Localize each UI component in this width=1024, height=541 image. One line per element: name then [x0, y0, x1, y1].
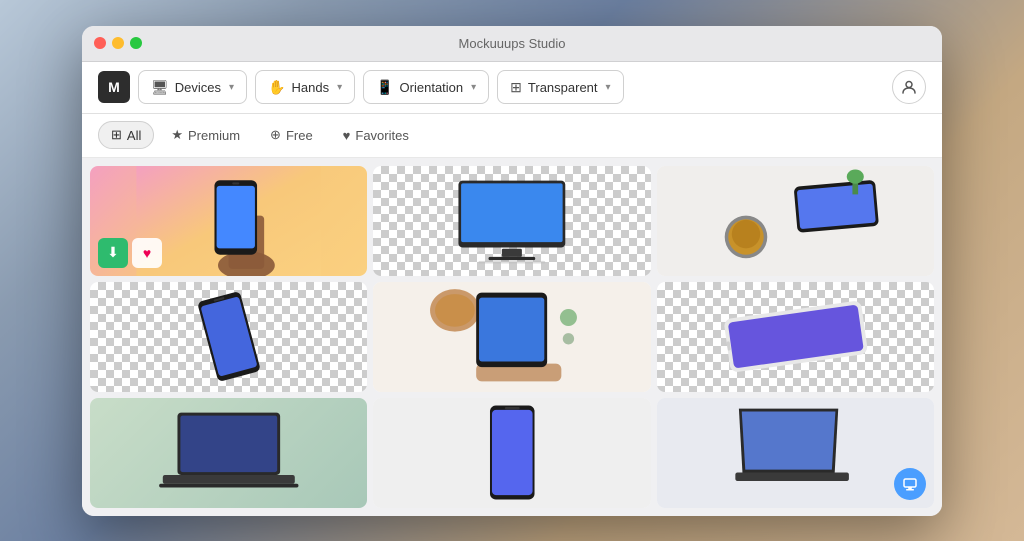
- item-bg-8: [373, 398, 650, 508]
- grid-icon: ⊞: [510, 79, 522, 96]
- filter-all-label: All: [127, 128, 141, 143]
- chevron-down-icon: ▾: [229, 82, 234, 93]
- float-action-button[interactable]: [894, 468, 926, 500]
- chevron-down-icon-3: ▾: [471, 82, 476, 93]
- logo-button[interactable]: M: [98, 71, 130, 103]
- filter-premium[interactable]: ★ Premium: [158, 121, 253, 149]
- phone-tilted-mockup: [125, 287, 333, 386]
- close-button[interactable]: [94, 37, 106, 49]
- grid-item-8[interactable]: [373, 398, 650, 508]
- filter-all[interactable]: ⊞ All: [98, 121, 154, 149]
- grid-item-4[interactable]: [90, 282, 367, 392]
- item-bg-3: [657, 166, 934, 276]
- phone-icon: 📱: [376, 79, 393, 96]
- user-button[interactable]: [892, 70, 926, 104]
- grid-item-5[interactable]: [373, 282, 650, 392]
- item-bg-6: [657, 282, 934, 392]
- item-bg-5: [373, 282, 650, 392]
- filter-free-label: Free: [286, 128, 313, 143]
- mockup-grid-area: ⬇ ♥: [82, 158, 942, 516]
- item-bg-7: [90, 398, 367, 508]
- phone-upright-mockup: [436, 403, 589, 502]
- hand-icon: ✋: [268, 79, 285, 96]
- filter-favorites[interactable]: ♥ Favorites: [330, 122, 422, 149]
- item-bg-2: [373, 166, 650, 276]
- laptop-mockup-7: [104, 409, 354, 497]
- grid-item-6[interactable]: [657, 282, 934, 392]
- laptop-desk-mockup: [657, 398, 934, 508]
- circle-plus-icon: ⊕: [270, 127, 281, 143]
- item-bg-9: [657, 398, 934, 508]
- grid-item-2[interactable]: [373, 166, 650, 276]
- grid-item-3[interactable]: [657, 166, 934, 276]
- title-bar: Mockuuups Studio: [82, 26, 942, 62]
- phone-coffee-mockup: [657, 166, 934, 276]
- devices-label: Devices: [175, 80, 221, 95]
- heart-icon: ♥: [343, 128, 351, 143]
- traffic-lights: [94, 37, 142, 49]
- filter-free[interactable]: ⊕ Free: [257, 121, 326, 149]
- grid-item-7[interactable]: [90, 398, 367, 508]
- monitor-mockup: [394, 174, 630, 268]
- grid-item-1[interactable]: ⬇ ♥: [90, 166, 367, 276]
- app-window: Mockuuups Studio M 🖥 Devices ▾ ✋ Hands ▾…: [82, 26, 942, 516]
- hands-dropdown[interactable]: ✋ Hands ▾: [255, 70, 355, 104]
- orientation-label: Orientation: [400, 80, 464, 95]
- transparent-dropdown[interactable]: ⊞ Transparent ▾: [497, 70, 623, 104]
- item-bg-4: [90, 282, 367, 392]
- filter-bar: ⊞ All ★ Premium ⊕ Free ♥ Favorites: [82, 114, 942, 158]
- window-title: Mockuuups Studio: [459, 36, 566, 51]
- chevron-down-icon-4: ▾: [606, 82, 611, 93]
- phone-landscape-mockup: [671, 298, 921, 375]
- filter-favorites-label: Favorites: [355, 128, 408, 143]
- chevron-down-icon-2: ▾: [337, 82, 342, 93]
- grid-all-icon: ⊞: [111, 127, 122, 143]
- filter-premium-label: Premium: [188, 128, 240, 143]
- tablet-hand-mockup: [373, 282, 650, 392]
- transparent-label: Transparent: [528, 80, 598, 95]
- item-actions-1: ⬇ ♥: [98, 238, 162, 268]
- orientation-dropdown[interactable]: 📱 Orientation ▾: [363, 70, 489, 104]
- user-icon: [901, 79, 917, 95]
- hands-label: Hands: [292, 80, 330, 95]
- favorite-button-1[interactable]: ♥: [132, 238, 162, 268]
- minimize-button[interactable]: [112, 37, 124, 49]
- screen-icon: [903, 477, 917, 491]
- grid-item-9[interactable]: [657, 398, 934, 508]
- devices-dropdown[interactable]: 🖥 Devices ▾: [138, 70, 247, 104]
- maximize-button[interactable]: [130, 37, 142, 49]
- toolbar: M 🖥 Devices ▾ ✋ Hands ▾ 📱 Orientation ▾ …: [82, 62, 942, 114]
- star-icon: ★: [171, 127, 183, 143]
- mockup-grid: ⬇ ♥: [90, 166, 934, 508]
- monitor-icon: 🖥: [151, 79, 169, 96]
- download-button-1[interactable]: ⬇: [98, 238, 128, 268]
